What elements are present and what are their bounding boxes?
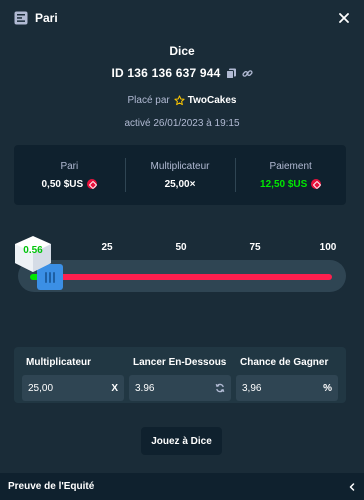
tick-label: 25 <box>101 242 113 253</box>
play-dice-button[interactable]: Jouez à Dice <box>141 427 222 455</box>
payout-value: 12,50 $US <box>260 178 308 190</box>
multiplier-stat-value: 25,00× <box>164 178 196 190</box>
win-chance-input[interactable]: 3,96 % <box>236 375 338 401</box>
multiplier-input-value: 25,00 <box>28 382 54 394</box>
provably-fair-toggle[interactable]: Preuve de l'Equité <box>0 473 364 500</box>
multiplier-field-label: Multiplicateur <box>26 357 92 368</box>
close-icon[interactable] <box>336 10 352 26</box>
bet-slip-icon <box>14 11 28 25</box>
swap-icon[interactable] <box>215 383 225 393</box>
slider-track[interactable] <box>30 274 332 280</box>
roll-under-input[interactable]: 3.96 <box>129 375 231 401</box>
percent-suffix: % <box>323 382 332 394</box>
modal-header: Pari <box>0 0 364 36</box>
currency-coin-icon <box>87 179 98 189</box>
copy-icon[interactable] <box>225 68 237 79</box>
username-link[interactable]: TwoCakes <box>188 95 237 106</box>
roll-under-label: Lancer En-Dessous <box>133 357 227 368</box>
multiplier-field: Multiplicateur 25,00 X <box>22 347 124 403</box>
placed-by-row: Placé par TwoCakes <box>0 95 364 106</box>
tick-label: 100 <box>319 242 337 253</box>
placed-by-label: Placé par <box>127 95 170 106</box>
roll-under-value: 3.96 <box>135 382 155 394</box>
dice-result-badge: 0.56 <box>10 233 56 273</box>
bet-summary: Pari 0,50 $US Multiplicateur 25,00× Paie… <box>14 145 346 205</box>
tick-label: 50 <box>175 242 187 253</box>
modal-title: Pari <box>35 11 58 25</box>
multiplier-input[interactable]: 25,00 X <box>22 375 124 401</box>
bet-amount-value: 0,50 $US <box>41 178 84 190</box>
lose-range <box>42 274 332 280</box>
bet-date: activé 26/01/2023 à 19:15 <box>124 118 240 129</box>
currency-coin-icon <box>311 179 322 189</box>
bet-amount-value-row: 0,50 $US <box>14 179 125 190</box>
game-title: Dice <box>169 44 195 58</box>
tick-label: 75 <box>249 242 261 253</box>
multiplier-stat: Multiplicateur 25,00× <box>124 145 236 205</box>
dice-result-value: 0.56 <box>23 245 43 256</box>
chevron-left-icon <box>348 478 356 496</box>
win-chance-value: 3,96 <box>242 382 262 394</box>
payout-label: Paiement <box>269 160 312 172</box>
multiplier-stat-label: Multiplicateur <box>150 160 210 172</box>
provably-fair-label: Preuve de l'Equité <box>8 481 95 492</box>
bet-amount-stat: Pari 0,50 $US <box>14 145 125 205</box>
multiplier-suffix: X <box>111 382 118 394</box>
bet-id: ID 136 136 637 944 <box>111 66 221 80</box>
bet-id-row: ID 136 136 637 944 <box>0 66 364 80</box>
payout-stat: Paiement 12,50 $US <box>235 145 346 205</box>
dice-parameters: Multiplicateur 25,00 X Lancer En-Dessous… <box>14 347 346 403</box>
payout-value-row: 12,50 $US <box>235 179 346 190</box>
win-chance-label: Chance de Gagner <box>240 357 329 368</box>
win-chance-field: Chance de Gagner 3,96 % <box>236 347 338 403</box>
bet-amount-label: Pari <box>60 160 79 172</box>
roll-under-field: Lancer En-Dessous 3.96 <box>129 347 231 403</box>
link-icon[interactable] <box>241 68 253 79</box>
star-icon <box>174 95 185 106</box>
